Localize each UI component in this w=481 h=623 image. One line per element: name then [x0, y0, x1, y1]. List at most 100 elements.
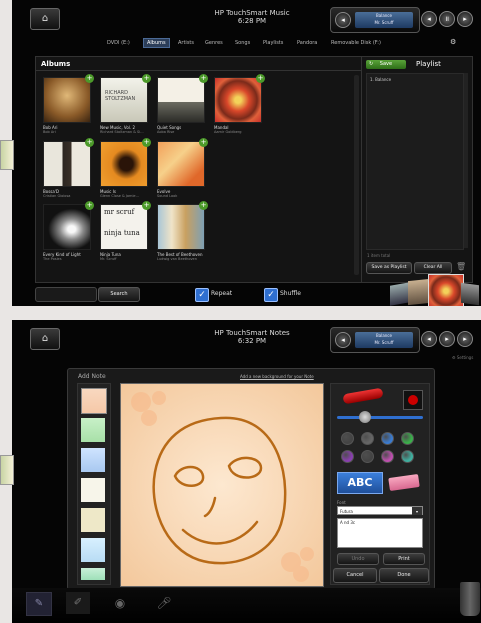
microphone-icon[interactable]: 🎤︎	[152, 592, 176, 614]
tab-songs[interactable]: Songs	[235, 40, 250, 46]
previous-button[interactable]: ◂	[421, 11, 437, 27]
cover-flow-current[interactable]	[428, 274, 464, 306]
next-button[interactable]: ▸	[457, 331, 473, 347]
note-canvas[interactable]	[120, 383, 324, 587]
background-thumb[interactable]	[81, 418, 105, 442]
color-swatch[interactable]	[341, 432, 354, 445]
albums-scrollbar[interactable]	[354, 75, 359, 275]
now-playing-widget[interactable]: ◂ Balance Mr. Scruff	[330, 7, 420, 33]
previous-button[interactable]: ◂	[421, 331, 437, 347]
tab-artists[interactable]: Artists	[178, 40, 194, 46]
add-icon[interactable]: +	[199, 74, 208, 83]
color-swatch[interactable]	[401, 450, 414, 463]
cover-flow-thumb[interactable]	[461, 282, 479, 306]
add-icon[interactable]: +	[142, 138, 151, 147]
home-button[interactable]: ⌂	[30, 328, 60, 350]
clear-all-button[interactable]: Clear All	[414, 262, 452, 274]
album-item[interactable]: + Bob Ari Bob Ari	[43, 74, 94, 134]
add-icon[interactable]: +	[85, 201, 94, 210]
cancel-button[interactable]: Cancel	[333, 568, 377, 583]
background-thumb[interactable]	[81, 538, 105, 562]
background-thumb[interactable]	[81, 388, 107, 414]
pause-button[interactable]: ॥	[439, 11, 455, 27]
trash-icon[interactable]	[460, 582, 480, 616]
add-icon[interactable]: +	[85, 138, 94, 147]
tab-pandora[interactable]: Pandora	[297, 40, 317, 46]
drawing	[121, 384, 323, 586]
album-item[interactable]: + Evolve Sound Look	[157, 138, 208, 198]
color-swatch[interactable]	[381, 432, 394, 445]
note-tool-icon[interactable]: ✎	[26, 592, 52, 616]
background-thumb[interactable]	[81, 448, 105, 472]
playlist-count: 1 item total	[367, 253, 391, 258]
webcam-icon[interactable]: ◉	[108, 592, 132, 614]
album-cover: +	[214, 74, 265, 123]
side-note-thumb[interactable]	[0, 140, 14, 170]
album-item[interactable]: + Mandal Aamir Goldberg	[214, 74, 265, 134]
undo-button[interactable]: Undo	[337, 553, 379, 565]
selected-color[interactable]	[403, 390, 423, 410]
album-item[interactable]: + Every Kind of Light The Posies	[43, 201, 94, 261]
done-button[interactable]: Done	[379, 568, 429, 583]
paper-icon[interactable]: ✐	[66, 592, 90, 614]
gear-icon[interactable]: ⚙	[450, 38, 456, 46]
search-button[interactable]: Search	[98, 287, 140, 302]
next-button[interactable]: ▸	[457, 11, 473, 27]
album-item[interactable]: + Bossa'D Cristian Gioiosa	[43, 138, 94, 198]
tab-albums[interactable]: Albums	[143, 38, 170, 48]
print-button[interactable]: Print	[383, 553, 425, 565]
side-note-thumb[interactable]	[0, 455, 14, 485]
album-item[interactable]: + Music Is Glenn Close & Jamie...	[100, 138, 151, 198]
color-swatch[interactable]	[361, 450, 374, 463]
playlist-list: 1. Balance	[366, 73, 464, 250]
color-swatch[interactable]	[381, 450, 394, 463]
eraser-icon[interactable]	[388, 473, 420, 492]
add-icon[interactable]: +	[256, 74, 265, 83]
add-icon[interactable]: +	[142, 74, 151, 83]
now-playing-widget[interactable]: ◂ Balance Mr. Scruff	[330, 327, 420, 353]
volume-icon[interactable]: ◂	[335, 12, 351, 28]
background-list	[77, 383, 111, 585]
tab-playlists[interactable]: Playlists	[263, 40, 283, 46]
brush-size-slider[interactable]	[337, 416, 423, 419]
shuffle-checkbox[interactable]: ✓	[264, 288, 278, 302]
album-item[interactable]: RICHARD STOLTZMAN + New Music, Vol. 2 Ric…	[100, 74, 151, 134]
home-button[interactable]: ⌂	[30, 8, 60, 30]
add-icon[interactable]: +	[142, 201, 151, 210]
color-swatch[interactable]	[341, 450, 354, 463]
search-input[interactable]	[35, 287, 97, 302]
tab-removable-disk[interactable]: Removable Disk (F:)	[331, 40, 381, 46]
repeat-checkbox[interactable]: ✓	[195, 288, 209, 302]
cover-flow-thumb[interactable]	[408, 278, 430, 306]
trash-icon[interactable]: 🗑	[456, 262, 466, 272]
font-label: Font	[337, 500, 346, 505]
text-tool-button[interactable]: ABC	[337, 472, 383, 494]
note-text-input[interactable]: A nd 3c	[337, 518, 423, 548]
add-icon[interactable]: +	[85, 74, 94, 83]
background-thumb[interactable]	[81, 478, 105, 502]
playlist-scrollbar[interactable]	[464, 73, 468, 248]
add-icon[interactable]: +	[199, 201, 208, 210]
album-item[interactable]: + The Best of Beethoven Ludwig van Beeth…	[157, 201, 208, 261]
background-thumb[interactable]	[81, 508, 105, 532]
album-item[interactable]: + Quiet Songs Aoba Rise	[157, 74, 208, 134]
tab-genres[interactable]: Genres	[205, 40, 223, 46]
add-background-link[interactable]: Add a new background for your Note	[240, 374, 314, 379]
play-button[interactable]: ▸	[439, 331, 455, 347]
color-swatch[interactable]	[401, 432, 414, 445]
background-thumb[interactable]	[81, 568, 105, 580]
playlist-item[interactable]: 1. Balance	[370, 77, 391, 82]
tab-dvd[interactable]: DVDI (E:)	[107, 40, 130, 46]
save-as-playlist-button[interactable]: Save as Playlist	[366, 262, 412, 274]
color-swatch[interactable]	[361, 432, 374, 445]
slider-handle[interactable]	[359, 411, 371, 423]
cover-flow-thumb[interactable]	[390, 282, 410, 306]
album-item[interactable]: mr scruf ninja tuna + Ninja Tuna Mr. Scr…	[100, 201, 151, 261]
home-icon: ⌂	[41, 333, 49, 344]
settings-link[interactable]: ⚙ Settings	[452, 355, 473, 360]
font-select[interactable]: Futura ▾	[337, 506, 423, 515]
save-playlist-button[interactable]: ↻ Save	[366, 60, 406, 69]
marker-icon[interactable]	[342, 387, 384, 405]
add-icon[interactable]: +	[199, 138, 208, 147]
volume-icon[interactable]: ◂	[335, 332, 351, 348]
